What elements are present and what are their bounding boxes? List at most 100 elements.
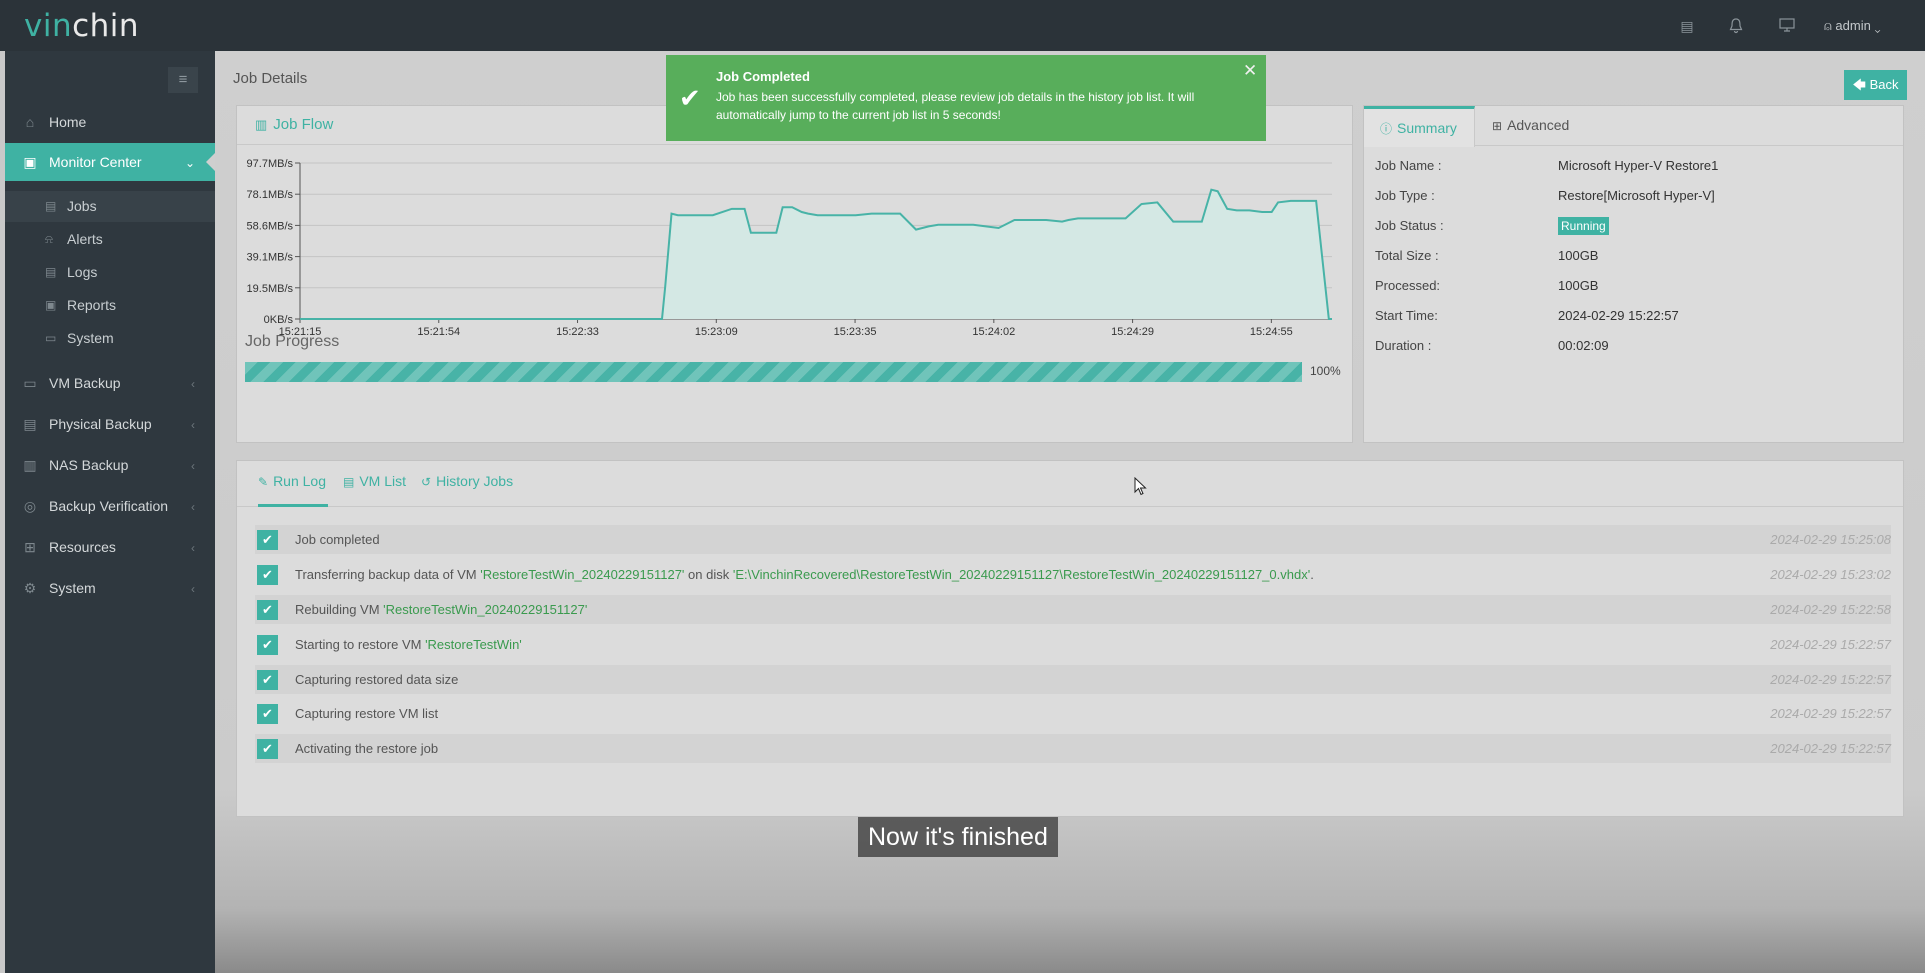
alerts-icon: ⍾ bbox=[45, 232, 53, 246]
sidebar-item-vm-backup[interactable]: ▭ VM Backup ‹ bbox=[5, 364, 215, 402]
tab-run-log[interactable]: ✎ Run Log bbox=[258, 473, 328, 507]
field-label: Job Type : bbox=[1375, 188, 1435, 203]
processed-value: 100GB bbox=[1558, 278, 1599, 293]
sidebar: ≡ ⌂ Home ▣ Monitor Center ⌄ ▤ Jobs ⍾ Ale… bbox=[5, 51, 216, 973]
chart-y-tick-label: 0KB/s bbox=[264, 314, 294, 326]
checkbox-checked-icon: ✔ bbox=[257, 704, 278, 724]
field-label: Total Size : bbox=[1375, 248, 1439, 263]
tab-advanced[interactable]: ⊞ Advanced bbox=[1492, 106, 1569, 147]
log-row: ✔ Job completed 2024-02-29 15:25:08 bbox=[255, 525, 1891, 554]
chart-x-tick-label: 15:23:35 bbox=[834, 326, 877, 336]
back-button[interactable]: 🡄 Back bbox=[1844, 70, 1907, 100]
tab-advanced-label: Advanced bbox=[1507, 117, 1570, 133]
chevron-left-icon: ‹ bbox=[191, 500, 195, 514]
duration-value: 00:02:09 bbox=[1558, 338, 1609, 353]
log-message: Job completed bbox=[295, 532, 380, 547]
field-label: Duration : bbox=[1375, 338, 1432, 353]
job-completed-toast: ✔ Job Completed Job has been successfull… bbox=[666, 55, 1266, 141]
sidebar-subitem-alerts[interactable]: ⍾ Alerts bbox=[5, 224, 215, 255]
document-icon[interactable]: ▤ bbox=[1678, 18, 1696, 34]
log-row: ✔ Rebuilding VM 'RestoreTestWin_20240229… bbox=[255, 595, 1891, 624]
log-row: ✔ Starting to restore VM 'RestoreTestWin… bbox=[255, 630, 1891, 659]
history-icon: ↺ bbox=[421, 475, 432, 489]
sidebar-item-label: Backup Verification bbox=[49, 498, 169, 514]
sidebar-item-label: Physical Backup bbox=[49, 416, 152, 432]
log-timestamp: 2024-02-29 15:22:57 bbox=[1770, 706, 1891, 721]
bell-icon[interactable] bbox=[1727, 18, 1745, 34]
log-message: Capturing restored data size bbox=[295, 672, 459, 687]
summary-tabs: ⓘ Summary ⊞ Advanced bbox=[1364, 106, 1903, 147]
resources-icon: ⊞ bbox=[24, 539, 36, 555]
tab-vm-list[interactable]: ▤ VM List bbox=[343, 473, 406, 507]
monitor-icon[interactable] bbox=[1778, 18, 1796, 34]
log-timestamp: 2024-02-29 15:22:58 bbox=[1770, 602, 1891, 617]
job-name-value: Microsoft Hyper-V Restore1 bbox=[1558, 158, 1719, 173]
field-label: Processed: bbox=[1375, 278, 1441, 293]
log-message: Capturing restore VM list bbox=[295, 706, 439, 721]
log-timestamp: 2024-02-29 15:22:57 bbox=[1770, 741, 1891, 756]
chart-x-tick-label: 15:24:02 bbox=[972, 326, 1015, 336]
log-message: Starting to restore VM 'RestoreTestWin' bbox=[295, 637, 522, 652]
info-icon: ⓘ bbox=[1380, 122, 1393, 136]
chart-x-tick-label: 15:21:54 bbox=[417, 326, 460, 336]
sidebar-item-backup-verification[interactable]: ◎ Backup Verification ‹ bbox=[5, 487, 215, 525]
vinchin-logo[interactable]: vinchin bbox=[24, 8, 139, 44]
mouse-cursor-icon bbox=[1134, 477, 1147, 496]
sidebar-item-physical-backup[interactable]: ▤ Physical Backup ‹ bbox=[5, 405, 215, 443]
nas-icon: ▥ bbox=[23, 457, 37, 473]
job-flow-panel: ▥ Job Flow 0KB/s 19.5MB/s 39.1MB/s 58.6MB/s 7… bbox=[236, 105, 1353, 443]
log-timestamp: 2024-02-29 15:22:57 bbox=[1770, 672, 1891, 687]
log-message: Rebuilding VM 'RestoreTestWin_2024022915… bbox=[295, 602, 588, 617]
sidebar-item-resources[interactable]: ⊞ Resources ‹ bbox=[5, 528, 215, 566]
user-icon: ⍝ bbox=[1824, 18, 1836, 33]
chart-x-tick-label: 15:24:55 bbox=[1250, 326, 1293, 336]
close-icon[interactable]: ✕ bbox=[1243, 61, 1257, 81]
sidebar-subitem-system[interactable]: ▭ System bbox=[5, 323, 215, 354]
tab-history-jobs[interactable]: ↺ History Jobs bbox=[421, 473, 513, 507]
user-menu[interactable]: ⍝ admin ⌄ bbox=[1824, 18, 1881, 34]
sidebar-subitem-label: Alerts bbox=[67, 231, 103, 247]
sidebar-item-label: Monitor Center bbox=[49, 154, 142, 170]
sidebar-subitem-label: Reports bbox=[67, 297, 117, 313]
main-content: Job Details 🡄 Back ▥ Job Flow 0KB/s 19.5MB… bbox=[215, 51, 1925, 973]
sidebar-subitem-label: System bbox=[67, 330, 114, 346]
chevron-left-icon: ‹ bbox=[191, 541, 195, 555]
sidebar-subitem-jobs[interactable]: ▤ Jobs bbox=[5, 191, 215, 222]
log-row: ✔ Transferring backup data of VM 'Restor… bbox=[255, 560, 1891, 589]
log-timestamp: 2024-02-29 15:25:08 bbox=[1770, 532, 1891, 547]
log-message: Transferring backup data of VM 'RestoreT… bbox=[295, 567, 1314, 582]
sidebar-item-system[interactable]: ⚙ System ‹ bbox=[5, 569, 215, 607]
log-tabs: ✎ Run Log ▤ VM List ↺ History Jobs bbox=[237, 461, 1903, 507]
chart-y-tick-label: 97.7MB/s bbox=[247, 158, 294, 170]
grid-icon: ⊞ bbox=[1492, 119, 1503, 133]
log-timestamp: 2024-02-29 15:22:57 bbox=[1770, 637, 1891, 652]
user-name: admin ⌄ bbox=[1835, 18, 1881, 33]
checkbox-checked-icon: ✔ bbox=[257, 670, 278, 690]
chart-x-tick-label: 15:23:09 bbox=[695, 326, 738, 336]
log-timestamp: 2024-02-29 15:23:02 bbox=[1770, 567, 1891, 582]
physical-backup-icon: ▤ bbox=[23, 416, 37, 432]
tab-summary[interactable]: ⓘ Summary bbox=[1364, 106, 1475, 147]
checkbox-checked-icon: ✔ bbox=[257, 565, 278, 585]
job-status-value: Running bbox=[1558, 217, 1609, 235]
job-flow-title: ▥ Job Flow bbox=[255, 116, 333, 133]
vm-icon: ▭ bbox=[23, 375, 37, 391]
chart-icon: ▥ bbox=[255, 117, 268, 132]
sidebar-subitem-logs[interactable]: ▤ Logs bbox=[5, 257, 215, 288]
sidebar-item-label: VM Backup bbox=[49, 375, 121, 391]
status-badge: Running bbox=[1558, 217, 1609, 235]
checkbox-checked-icon: ✔ bbox=[257, 600, 278, 620]
total-size-value: 100GB bbox=[1558, 248, 1599, 263]
sidebar-item-monitor-center[interactable]: ▣ Monitor Center ⌄ bbox=[5, 143, 216, 181]
sidebar-item-nas-backup[interactable]: ▥ NAS Backup ‹ bbox=[5, 446, 215, 484]
sidebar-toggle-icon[interactable]: ≡ bbox=[168, 67, 198, 93]
sidebar-item-home[interactable]: ⌂ Home bbox=[5, 103, 215, 141]
sidebar-item-label: NAS Backup bbox=[49, 457, 129, 473]
arrow-left-icon: 🡄 bbox=[1852, 77, 1866, 92]
tab-vm-list-label: VM List bbox=[359, 473, 407, 489]
tab-history-jobs-label: History Jobs bbox=[436, 473, 514, 489]
back-button-label: Back bbox=[1869, 77, 1899, 92]
monitor-center-icon: ▣ bbox=[23, 154, 37, 170]
sidebar-subitem-reports[interactable]: ▣ Reports bbox=[5, 290, 215, 321]
field-label: Job Name : bbox=[1375, 158, 1442, 173]
